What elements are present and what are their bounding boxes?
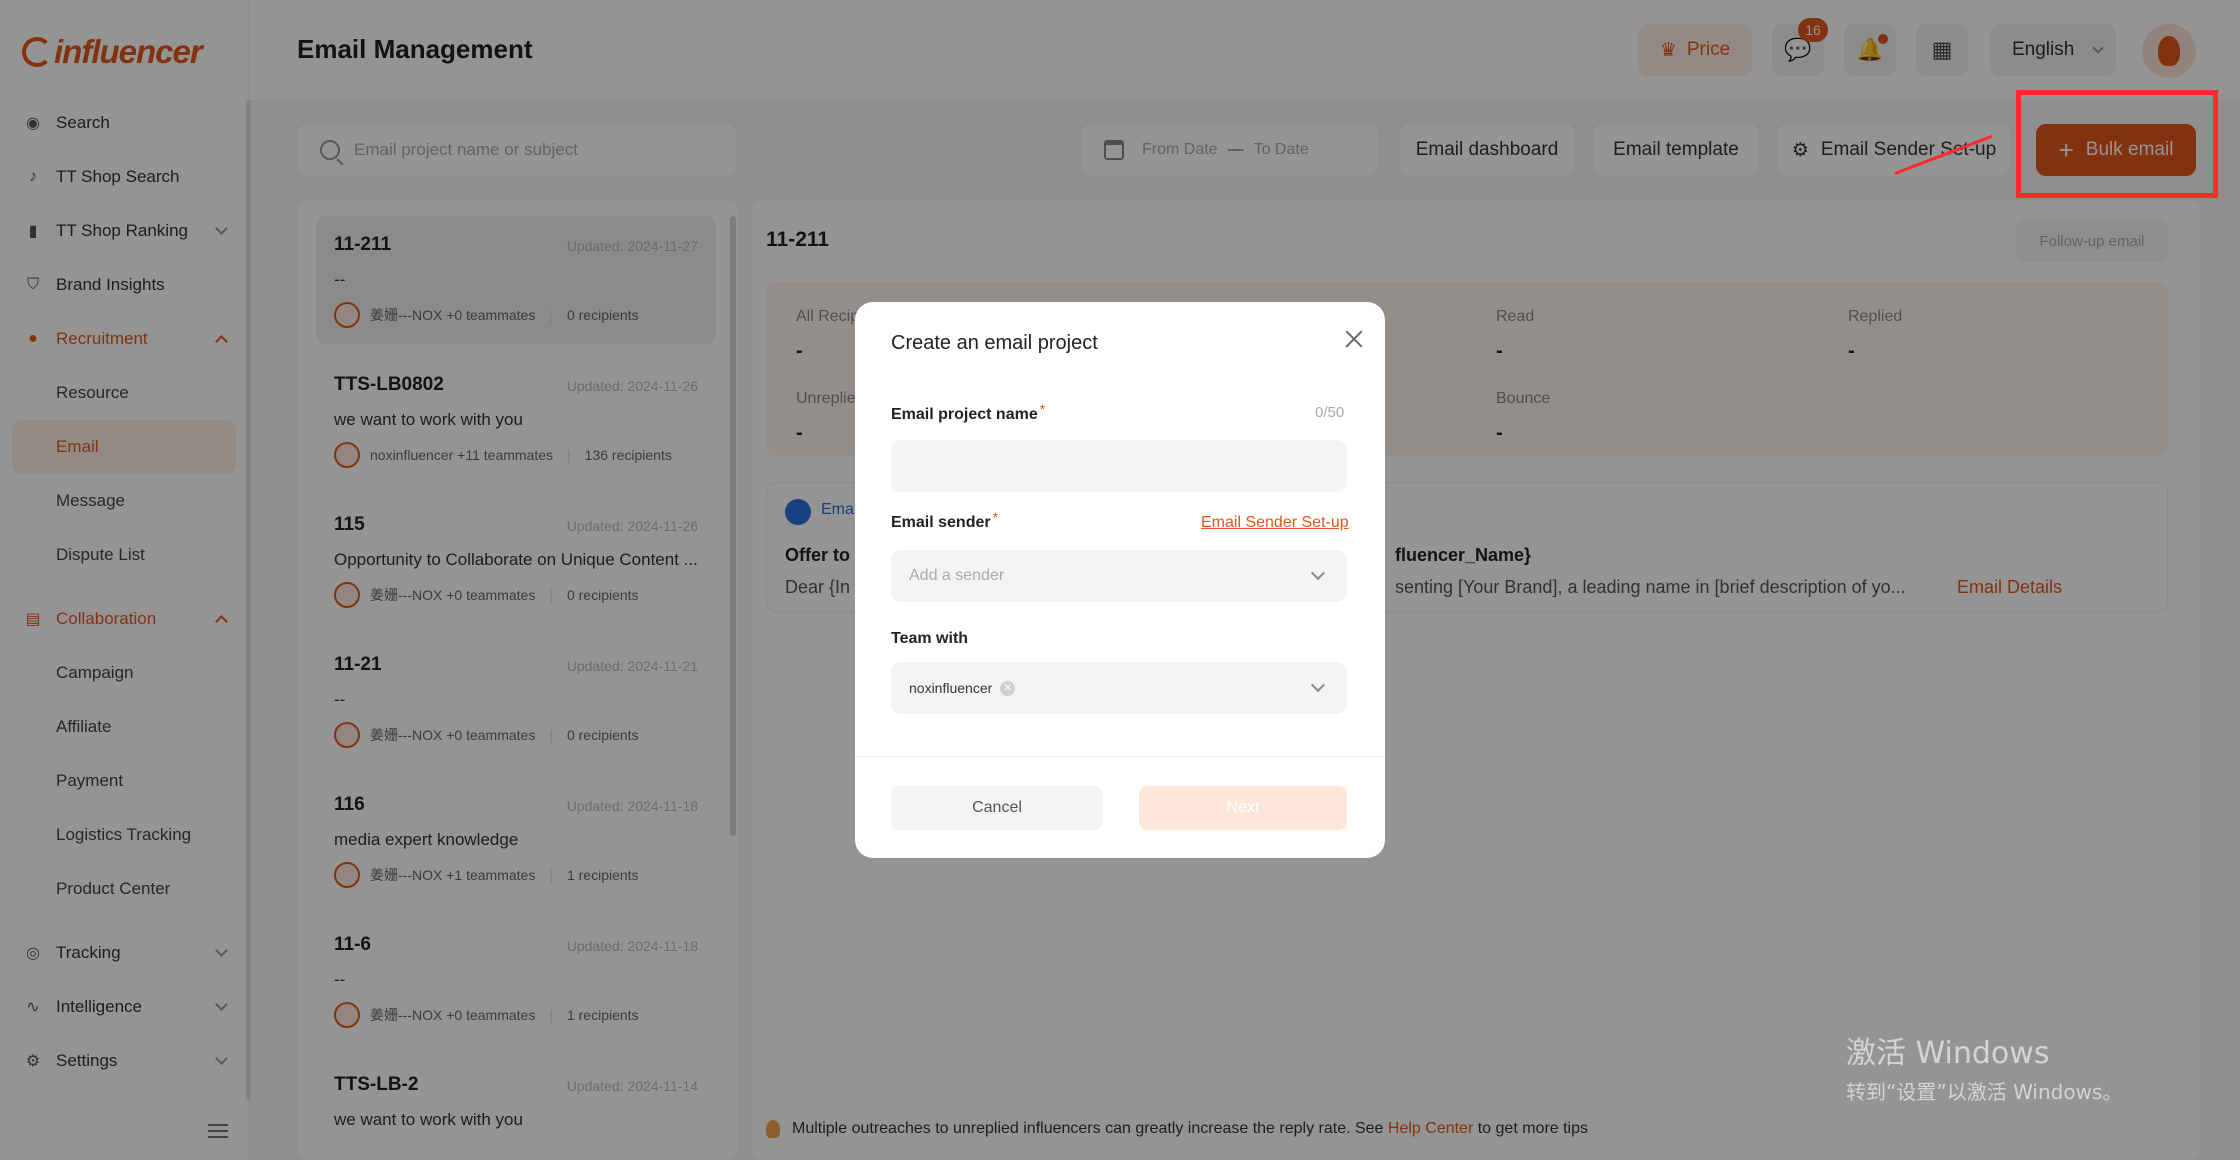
email-sender-label: Email sender *	[891, 509, 999, 531]
email-sender-setup-link[interactable]: Email Sender Set-up	[1201, 514, 1349, 532]
project-name-input[interactable]	[891, 440, 1347, 492]
annotation-highlight-box	[2016, 90, 2218, 198]
name-char-counter: 0/50	[1315, 404, 1345, 421]
remove-tag-icon[interactable]: ✕	[1000, 680, 1016, 696]
required-mark: *	[992, 509, 999, 525]
chevron-down-icon	[1310, 565, 1326, 581]
next-button[interactable]: Next	[1139, 786, 1347, 830]
windows-activation-watermark: 激活 Windows 转到“设置”以激活 Windows。	[1846, 1028, 2122, 1105]
modal-divider	[855, 756, 1385, 757]
team-tag: noxinfluencer ✕	[909, 674, 1023, 702]
modal-title: Create an email project	[891, 332, 1098, 354]
chevron-down-icon	[1310, 677, 1326, 693]
cancel-button[interactable]: Cancel	[891, 786, 1103, 830]
project-name-label: Email project name *	[891, 401, 1046, 423]
team-with-label: Team with	[891, 630, 969, 647]
create-project-modal: Create an email project Email project na…	[855, 302, 1385, 858]
sender-placeholder: Add a sender	[909, 567, 1005, 584]
email-sender-select[interactable]: Add a sender	[891, 550, 1347, 602]
close-icon[interactable]	[1343, 328, 1365, 350]
watermark-line2: 转到“设置”以激活 Windows。	[1846, 1080, 2123, 1104]
team-tag-label: noxinfluencer	[909, 680, 993, 696]
team-with-select[interactable]: noxinfluencer ✕	[891, 662, 1347, 714]
watermark-line1: 激活 Windows	[1846, 1036, 2050, 1071]
required-mark: *	[1039, 401, 1046, 417]
